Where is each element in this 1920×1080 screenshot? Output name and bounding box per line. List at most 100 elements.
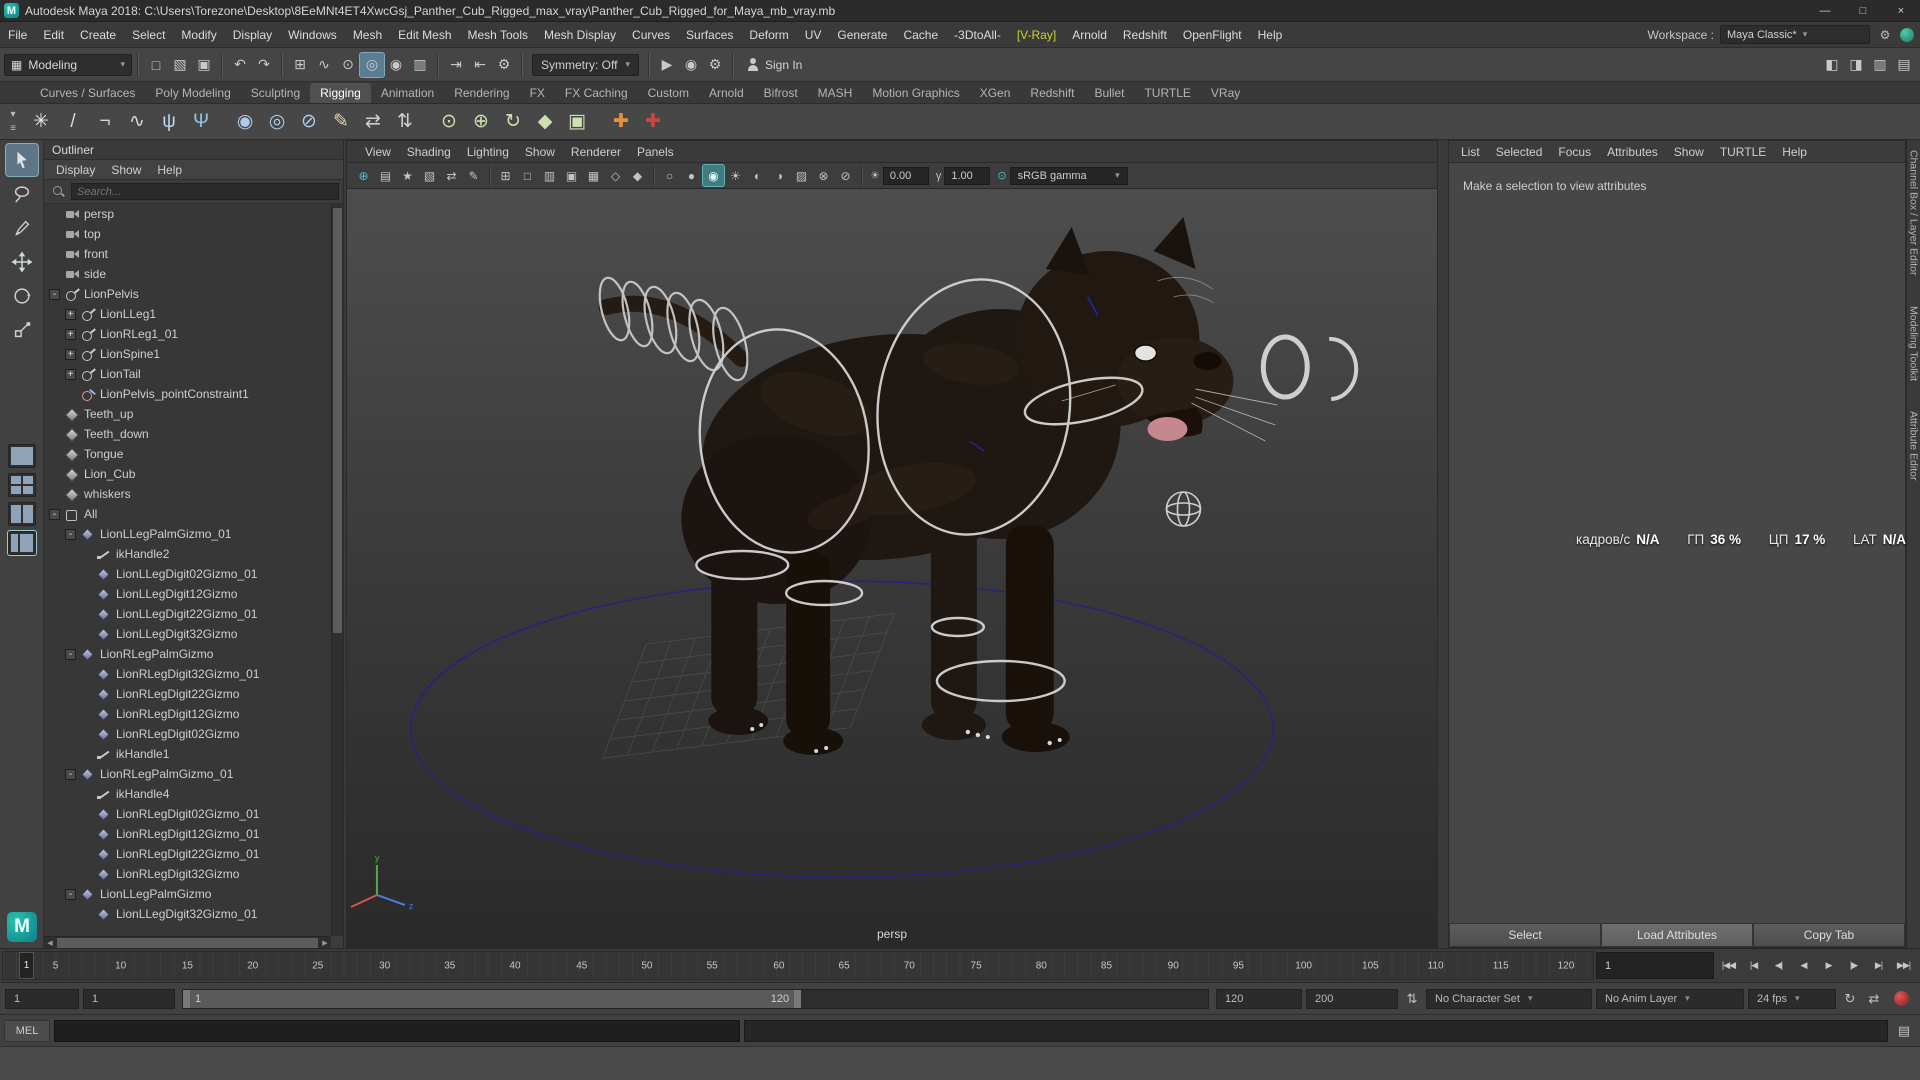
parent-constraint-icon[interactable]: ◆ [530, 107, 560, 137]
ik-spline-icon[interactable]: ∿ [122, 107, 152, 137]
menu-item[interactable]: Edit [35, 28, 72, 42]
expand-toggle-icon[interactable]: + [65, 328, 76, 340]
outliner-item[interactable]: - LionPelvis [44, 284, 331, 304]
paint-skin-weights-icon[interactable]: ✎ [326, 107, 356, 137]
playback-end-field[interactable]: 120 [1216, 988, 1302, 1009]
status-icon[interactable] [281, 52, 283, 77]
outliner-item[interactable]: whiskers [44, 484, 331, 504]
shelf-tab[interactable]: XGen [970, 83, 1021, 103]
outliner-item[interactable]: Teeth_down [44, 424, 331, 444]
attribute-editor-menu-item[interactable]: Show [1666, 145, 1712, 159]
outliner-item[interactable]: ikHandle1 [44, 744, 331, 764]
outliner-item[interactable]: LionRLegDigit22Gizmo [44, 684, 331, 704]
outliner-item[interactable]: LionRLegDigit12Gizmo_01 [44, 824, 331, 844]
menu-item[interactable]: Help [1250, 28, 1291, 42]
remove-influence-icon[interactable]: ✚ [638, 107, 668, 137]
shelf-tab[interactable]: Redshift [1020, 83, 1084, 103]
viewport-menu-item[interactable]: Show [517, 145, 563, 159]
minimize-button[interactable]: — [1806, 0, 1844, 21]
outliner-item[interactable]: LionLLegDigit22Gizmo_01 [44, 604, 331, 624]
range-slider-bar[interactable]: 1 120 [183, 989, 802, 1008]
attribute-editor-button[interactable]: Copy Tab [1753, 923, 1905, 947]
construction-history-icon[interactable]: ⚙ [492, 53, 516, 77]
outliner-item[interactable]: LionRLegDigit32Gizmo [44, 864, 331, 884]
fps-selector[interactable]: 24 fps [1748, 988, 1836, 1009]
shelf-tab[interactable]: Arnold [699, 83, 754, 103]
outliner-item[interactable]: LionRLegDigit02Gizmo [44, 724, 331, 744]
rotate-tool-button[interactable] [6, 280, 38, 312]
menu-item[interactable]: File [0, 28, 35, 42]
outliner-item[interactable]: front [44, 244, 331, 264]
save-scene-icon[interactable]: ▣ [192, 53, 216, 77]
menu-item[interactable]: Edit Mesh [390, 28, 459, 42]
undo-icon[interactable]: ↶ [228, 53, 252, 77]
expand-toggle-icon[interactable]: - [65, 648, 76, 660]
menu-item[interactable]: Cache [895, 28, 946, 42]
film-gate-icon[interactable]: □ [517, 165, 538, 186]
current-frame-marker[interactable]: 1 [19, 952, 34, 979]
paint-selection-tool-button[interactable] [6, 212, 38, 244]
menu-item[interactable]: -3DtoAll- [946, 28, 1009, 42]
viewport-scene[interactable]: y x z persp [347, 189, 1437, 947]
symmetry-selector[interactable]: Symmetry: Off [532, 53, 639, 76]
command-language-toggle[interactable]: MEL [4, 1019, 50, 1042]
interactive-bind-icon[interactable]: ◎ [262, 107, 292, 137]
shelf-tab[interactable]: Poly Modeling [145, 83, 240, 103]
script-editor-icon[interactable]: ▤ [1892, 1020, 1916, 1042]
menu-item[interactable]: Surfaces [678, 28, 741, 42]
sign-in-button[interactable]: Sign In [739, 58, 810, 72]
current-time-field[interactable]: 1 [1596, 952, 1714, 979]
shelf-tab[interactable]: Bullet [1084, 83, 1134, 103]
aim-constraint-icon[interactable]: ⊕ [466, 107, 496, 137]
isolate-select-icon[interactable]: ⊘ [835, 165, 856, 186]
sidebar-tab[interactable]: Modeling Toolkit [1908, 306, 1920, 381]
menu-item[interactable]: Display [225, 28, 280, 42]
bind-skin-icon[interactable]: ◉ [230, 107, 260, 137]
outliner-item[interactable]: - LionRLegPalmGizmo_01 [44, 764, 331, 784]
snap-to-view-plane-icon[interactable]: ▥ [408, 53, 432, 77]
shelf-icon[interactable] [218, 107, 228, 137]
outliner-item[interactable]: LionLLegDigit32Gizmo [44, 624, 331, 644]
menu-item[interactable]: Generate [829, 28, 895, 42]
shelf-tab[interactable]: FX Caching [555, 83, 638, 103]
shelf-tab[interactable]: Rigging [310, 83, 371, 103]
open-scene-icon[interactable]: ▧ [168, 53, 192, 77]
create-joints-icon[interactable]: / [58, 107, 88, 137]
outliner-item[interactable]: Tongue [44, 444, 331, 464]
viewport-menu-item[interactable]: Renderer [563, 145, 629, 159]
attribute-editor-menu-item[interactable]: Selected [1488, 145, 1551, 159]
point-constraint-icon[interactable]: ⊙ [434, 107, 464, 137]
grease-pencil-icon[interactable]: ✎ [463, 165, 484, 186]
menu-item[interactable]: Arnold [1064, 28, 1115, 42]
shelf-tab[interactable]: VRay [1201, 83, 1250, 103]
outliner-vertical-scrollbar[interactable] [331, 204, 343, 936]
workspace-gear-icon[interactable]: ⚙ [1876, 26, 1894, 44]
screen-space-ao-icon[interactable]: ◑ [769, 165, 790, 186]
outliner-item[interactable]: persp [44, 204, 331, 224]
maximize-button[interactable]: □ [1844, 0, 1882, 21]
menu-item[interactable]: Windows [280, 28, 345, 42]
layout-outliner-persp-button[interactable] [6, 530, 37, 556]
shelf-tab[interactable]: Animation [371, 83, 444, 103]
channel-box-toggle-icon[interactable]: ▥ [1868, 53, 1892, 77]
sidebar-tab[interactable]: Channel Box / Layer Editor [1908, 150, 1920, 276]
orient-constraint-icon[interactable]: ↻ [498, 107, 528, 137]
attribute-editor-button[interactable]: Load Attributes [1601, 923, 1753, 947]
viewport-icon[interactable] [861, 165, 863, 186]
time-slider-track[interactable]: 1 5 10 15 20 25 30 35 40 45 50 55 60 65 70 75 80 85 90 95 1… [2, 951, 1594, 980]
outliner-item[interactable]: LionPelvis_pointConstraint1 [44, 384, 331, 404]
playback-options-icon[interactable]: ↻ [1838, 988, 1862, 1010]
step-forward-key-button[interactable]: |▶ [1841, 954, 1866, 978]
exposure-icon[interactable]: ☀ [870, 169, 880, 182]
range-spinner-icon[interactable]: ⇅ [1400, 988, 1424, 1010]
outliner-item[interactable]: - LionRLegPalmGizmo [44, 644, 331, 664]
attribute-editor-toggle-icon[interactable]: ◧ [1820, 53, 1844, 77]
shelf-tab[interactable]: FX [520, 83, 555, 103]
outliner-item[interactable]: + LionSpine1 [44, 344, 331, 364]
outliner-item[interactable]: LionRLegDigit22Gizmo_01 [44, 844, 331, 864]
status-icon[interactable] [221, 52, 223, 77]
select-tool-button[interactable] [4, 143, 39, 177]
redo-icon[interactable]: ↷ [252, 53, 276, 77]
snap-to-grid-icon[interactable]: ⊞ [288, 53, 312, 77]
gamma-icon[interactable]: γ [936, 170, 942, 182]
